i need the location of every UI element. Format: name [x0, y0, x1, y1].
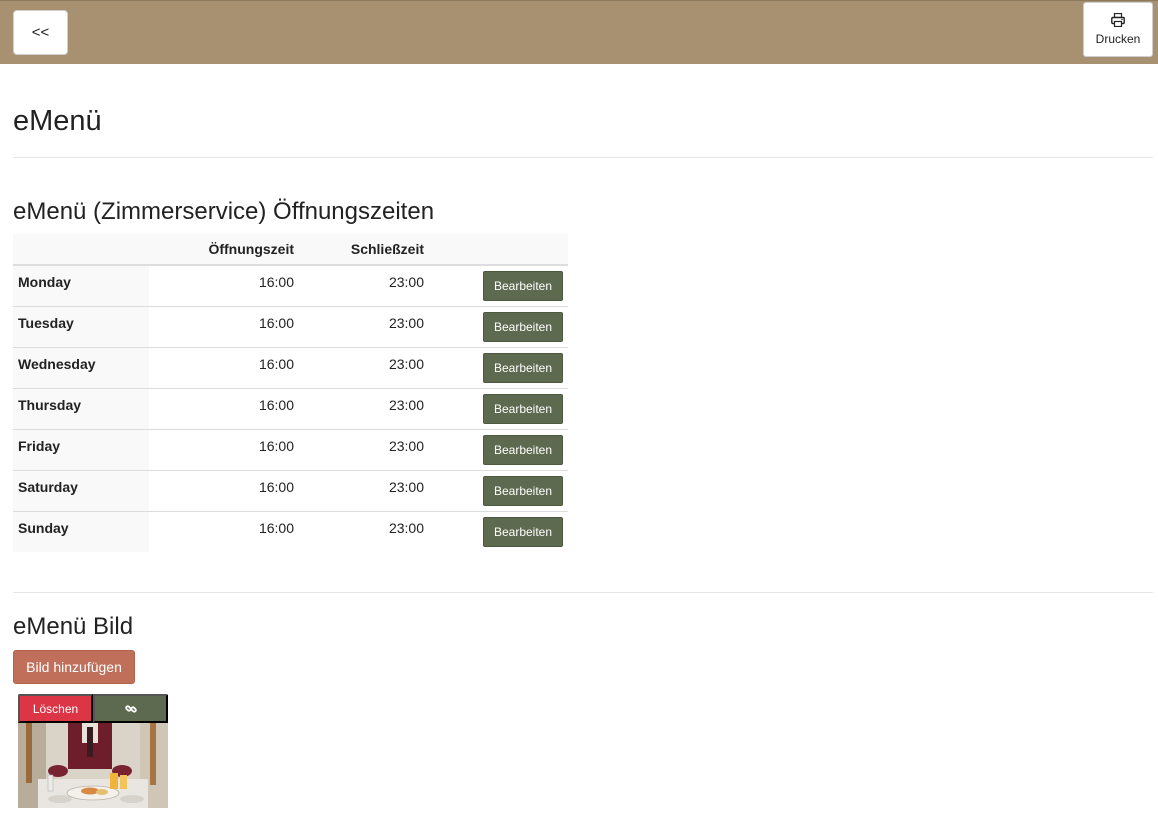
column-header-closing: Schließzeit: [294, 234, 424, 266]
opening-time-cell: 16:00: [149, 346, 294, 388]
opening-time-cell: 16:00: [149, 469, 294, 511]
action-cell: Bearbeiten: [424, 387, 568, 429]
edit-button[interactable]: Bearbeiten: [483, 516, 563, 547]
day-cell: Tuesday: [13, 305, 149, 347]
edit-button[interactable]: Bearbeiten: [483, 475, 563, 506]
action-cell: Bearbeiten: [424, 305, 568, 347]
print-button[interactable]: Drucken: [1083, 2, 1153, 57]
add-image-button[interactable]: Bild hinzufügen: [13, 650, 135, 684]
image-section-title: eMenü Bild: [13, 613, 134, 640]
action-cell: Bearbeiten: [424, 428, 568, 470]
closing-time-cell: 23:00: [294, 469, 424, 511]
divider: [13, 157, 1153, 158]
closing-time-cell: 23:00: [294, 346, 424, 388]
edit-button[interactable]: Bearbeiten: [483, 271, 563, 301]
table-row: Friday 16:00 23:00 Bearbeiten: [13, 428, 568, 470]
table-row: Saturday 16:00 23:00 Bearbeiten: [13, 469, 568, 511]
edit-button[interactable]: Bearbeiten: [483, 311, 563, 342]
action-cell: Bearbeiten: [424, 510, 568, 552]
link-icon: [124, 704, 137, 713]
table-header-row: Öffnungszeit Schließzeit: [13, 234, 568, 266]
table-row: Monday 16:00 23:00 Bearbeiten: [13, 265, 568, 306]
day-cell: Sunday: [13, 510, 149, 552]
day-cell: Friday: [13, 428, 149, 470]
opening-time-cell: 16:00: [149, 305, 294, 347]
printer-icon: [1111, 13, 1125, 27]
back-button[interactable]: <<: [13, 10, 68, 55]
opening-time-cell: 16:00: [258, 274, 294, 290]
action-cell: Bearbeiten: [424, 469, 568, 511]
page-title: eMenü: [13, 105, 102, 137]
closing-time-cell: 23:00: [294, 387, 424, 429]
table-row: Sunday 16:00 23:00 Bearbeiten: [13, 510, 568, 552]
day-cell: Wednesday: [13, 346, 149, 388]
day-cell: Saturday: [13, 469, 149, 511]
print-button-label: Drucken: [1095, 32, 1141, 46]
opening-time-cell: 16:00: [149, 387, 294, 429]
opening-hours-table: Öffnungszeit Schließzeit Monday 16:00 23…: [13, 234, 568, 552]
edit-button[interactable]: Bearbeiten: [483, 352, 563, 383]
top-bar: << Drucken: [0, 0, 1158, 64]
opening-time-cell: 16:00: [149, 510, 294, 552]
column-header-day: [13, 234, 149, 266]
closing-time-cell: 23:00: [388, 274, 424, 290]
table-row: Thursday 16:00 23:00 Bearbeiten: [13, 387, 568, 429]
day-cell: Thursday: [13, 387, 149, 429]
action-cell: Bearbeiten: [424, 265, 568, 306]
hours-section-title: eMenü (Zimmerservice) Öffnungszeiten: [13, 198, 435, 225]
table-row: Tuesday 16:00 23:00 Bearbeiten: [13, 305, 568, 347]
divider: [13, 592, 1153, 593]
closing-time-cell: 23:00: [294, 428, 424, 470]
closing-time-cell: 23:00: [294, 305, 424, 347]
room-service-image: [18, 723, 168, 808]
delete-image-button[interactable]: Löschen: [18, 694, 93, 723]
table-row: Wednesday 16:00 23:00 Bearbeiten: [13, 346, 568, 388]
column-header-action: [424, 234, 568, 266]
day-cell: Monday: [13, 265, 149, 306]
column-header-opening: Öffnungszeit: [149, 234, 294, 266]
edit-button[interactable]: Bearbeiten: [483, 393, 563, 424]
opening-time-cell: 16:00: [149, 428, 294, 470]
copy-link-button[interactable]: [93, 694, 168, 723]
action-cell: Bearbeiten: [424, 346, 568, 388]
edit-button[interactable]: Bearbeiten: [483, 434, 563, 465]
image-card: Löschen: [18, 694, 168, 808]
closing-time-cell: 23:00: [294, 510, 424, 552]
